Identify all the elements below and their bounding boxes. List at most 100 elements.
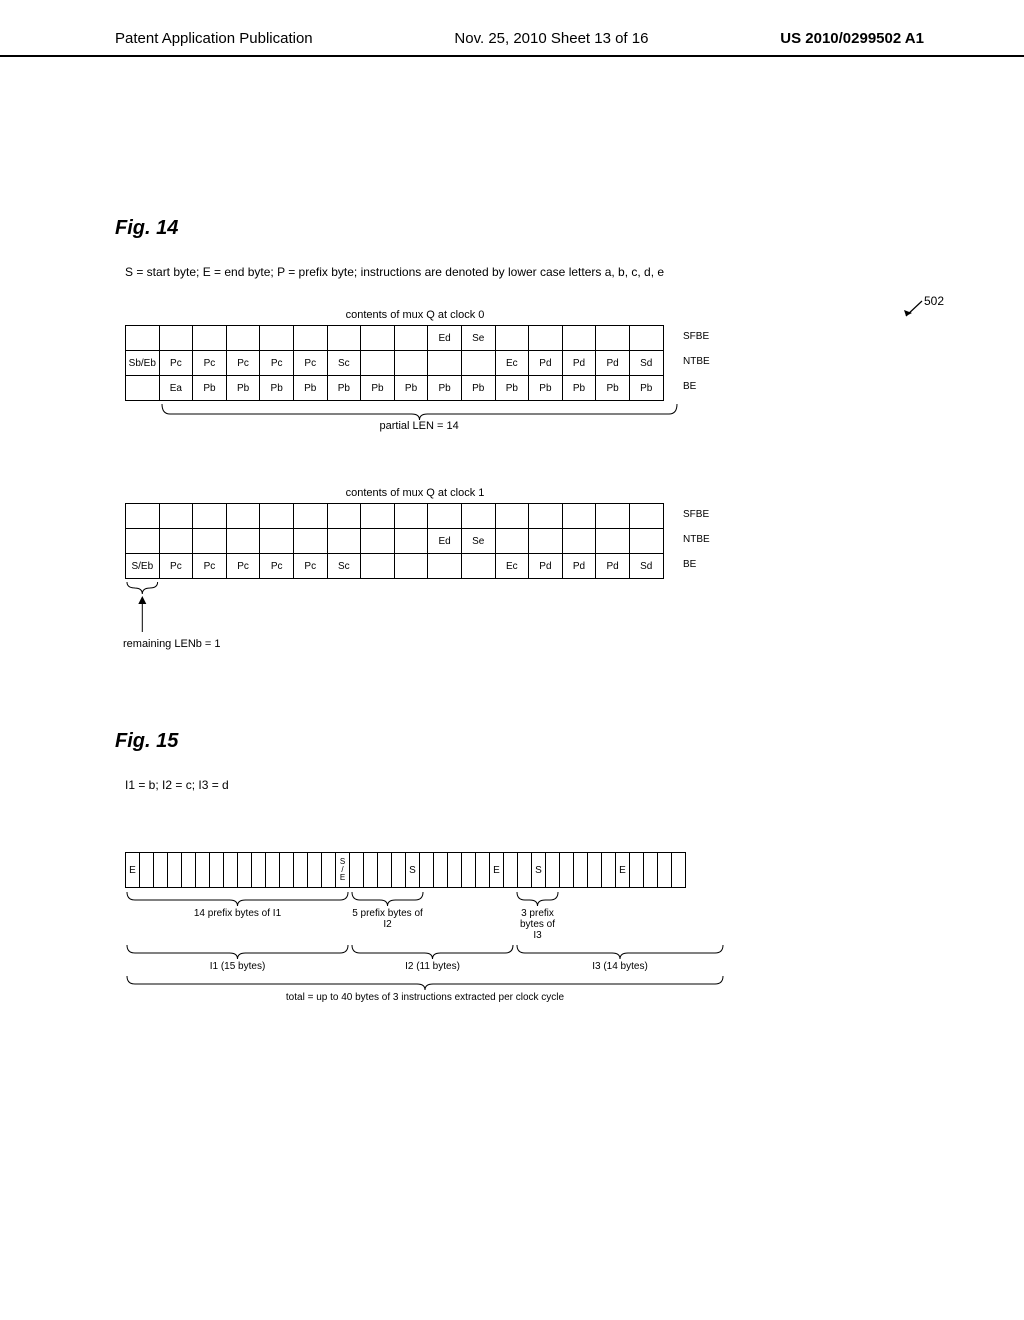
total-brace-row: total = up to 40 bytes of 3 instructions… bbox=[125, 976, 745, 1003]
table-cell: Ec bbox=[495, 553, 530, 579]
table-cell bbox=[125, 325, 160, 351]
table-cell bbox=[192, 503, 227, 529]
table-cell bbox=[394, 528, 429, 554]
brace-label: 14 prefix bytes of I1 bbox=[194, 908, 281, 919]
table-cell: Pc bbox=[192, 350, 227, 376]
table-row: EaPbPbPbPbPbPbPbPbPbPbPbPbPbPb bbox=[125, 375, 680, 400]
table-cell bbox=[595, 325, 630, 351]
page-content: 502 Fig. 14 S = start byte; E = end byte… bbox=[0, 217, 1024, 1003]
table-cell: Sc bbox=[327, 350, 362, 376]
table-cell bbox=[327, 528, 362, 554]
table-cell bbox=[360, 503, 395, 529]
mux-caption-0: contents of mux Q at clock 0 bbox=[125, 309, 705, 321]
brace-item: 3 prefix bytes of I3 bbox=[515, 892, 560, 941]
table-cell bbox=[226, 503, 261, 529]
table-cell: Pc bbox=[159, 553, 194, 579]
byte-cell bbox=[461, 852, 476, 888]
brace-item: total = up to 40 bytes of 3 instructions… bbox=[125, 976, 725, 1003]
byte-cell bbox=[545, 852, 560, 888]
byte-cell: E bbox=[125, 852, 140, 888]
byte-cell bbox=[265, 852, 280, 888]
table-cell bbox=[259, 325, 294, 351]
ref-label: 502 bbox=[924, 294, 944, 308]
byte-cell bbox=[447, 852, 462, 888]
table-cell: Sd bbox=[629, 350, 664, 376]
table-cell bbox=[192, 325, 227, 351]
table-cell: Sb/Eb bbox=[125, 350, 160, 376]
brace-label: I3 (14 bytes) bbox=[592, 961, 648, 972]
byte-cell bbox=[671, 852, 686, 888]
table-cell bbox=[528, 503, 563, 529]
byte-cell bbox=[391, 852, 406, 888]
reference-502: 502 bbox=[892, 298, 932, 318]
table-row: EdSe bbox=[125, 325, 680, 350]
table-row: S/EbPcPcPcPcPcScEcPdPdPdSd bbox=[125, 553, 680, 578]
table-cell: Pc bbox=[159, 350, 194, 376]
table-cell bbox=[495, 528, 530, 554]
brace-0: partial LEN = 14 bbox=[125, 404, 705, 432]
table-cell: Pc bbox=[226, 553, 261, 579]
table-cell: Pb bbox=[293, 375, 328, 401]
fig15-wrap: ES/ESESE 14 prefix bytes of I1 5 prefix … bbox=[125, 852, 745, 1003]
figure-15-legend: I1 = b; I2 = c; I3 = d bbox=[125, 778, 924, 792]
table-cell: Pb bbox=[528, 375, 563, 401]
byte-cell bbox=[209, 852, 224, 888]
table-cell bbox=[629, 503, 664, 529]
table-cell bbox=[394, 350, 429, 376]
table-cell: Pb bbox=[562, 375, 597, 401]
table-cell: Sc bbox=[327, 553, 362, 579]
byte-cell: S bbox=[531, 852, 546, 888]
table-cell bbox=[562, 528, 597, 554]
table-cell bbox=[125, 503, 160, 529]
table-cell bbox=[327, 503, 362, 529]
table-cell: Pc bbox=[293, 553, 328, 579]
table-cell bbox=[595, 503, 630, 529]
table-cell: Pb bbox=[394, 375, 429, 401]
row-label: BE bbox=[683, 381, 723, 392]
brace-label: I1 (15 bytes) bbox=[210, 961, 266, 972]
brace-label: total = up to 40 bytes of 3 instructions… bbox=[286, 992, 564, 1003]
page-header: Patent Application Publication Nov. 25, … bbox=[0, 0, 1024, 57]
table-cell: Sd bbox=[629, 553, 664, 579]
brace-item: 14 prefix bytes of I1 bbox=[125, 892, 350, 941]
table-cell bbox=[159, 325, 194, 351]
mux-table-1: SFBE NTBE BE EdSe S/EbPcPcPcPcPcScEcPdPd… bbox=[125, 503, 680, 578]
byte-cell: S bbox=[405, 852, 420, 888]
table-cell: Pc bbox=[293, 350, 328, 376]
byte-cell bbox=[363, 852, 378, 888]
table-cell bbox=[259, 528, 294, 554]
table-cell bbox=[528, 325, 563, 351]
table-cell: Se bbox=[461, 325, 496, 351]
brace-item: I3 (14 bytes) bbox=[515, 945, 725, 972]
table-cell: Ec bbox=[495, 350, 530, 376]
table-cell bbox=[629, 528, 664, 554]
brace-label: 5 prefix bytes of I2 bbox=[350, 908, 425, 930]
figure-14-title: Fig. 14 bbox=[115, 217, 924, 240]
table-cell bbox=[327, 325, 362, 351]
byte-cell bbox=[517, 852, 532, 888]
table-cell: Pb bbox=[461, 375, 496, 401]
table-row: Sb/EbPcPcPcPcPcScEcPdPdPdSd bbox=[125, 350, 680, 375]
byte-cell bbox=[153, 852, 168, 888]
table-cell bbox=[293, 325, 328, 351]
table-cell bbox=[427, 503, 462, 529]
byte-cell bbox=[139, 852, 154, 888]
table-cell bbox=[360, 553, 395, 579]
mux-table-1-wrap: contents of mux Q at clock 1 SFBE NTBE B… bbox=[125, 487, 705, 650]
byte-cell bbox=[321, 852, 336, 888]
table-cell bbox=[360, 350, 395, 376]
table-cell bbox=[461, 553, 496, 579]
table-cell: Pd bbox=[595, 553, 630, 579]
table-cell bbox=[226, 325, 261, 351]
mux-table-0: SFBE NTBE BE EdSe Sb/EbPcPcPcPcPcScEcPdP… bbox=[125, 325, 680, 400]
brace-label: I2 (11 bytes) bbox=[405, 961, 460, 972]
byte-cell: E bbox=[615, 852, 630, 888]
table-cell bbox=[461, 350, 496, 376]
row-label: NTBE bbox=[683, 534, 723, 545]
byte-cell bbox=[349, 852, 364, 888]
table-cell: Pc bbox=[259, 553, 294, 579]
byte-cell bbox=[643, 852, 658, 888]
figure-15-title: Fig. 15 bbox=[115, 730, 924, 753]
table-cell: Se bbox=[461, 528, 496, 554]
table-cell bbox=[495, 325, 530, 351]
